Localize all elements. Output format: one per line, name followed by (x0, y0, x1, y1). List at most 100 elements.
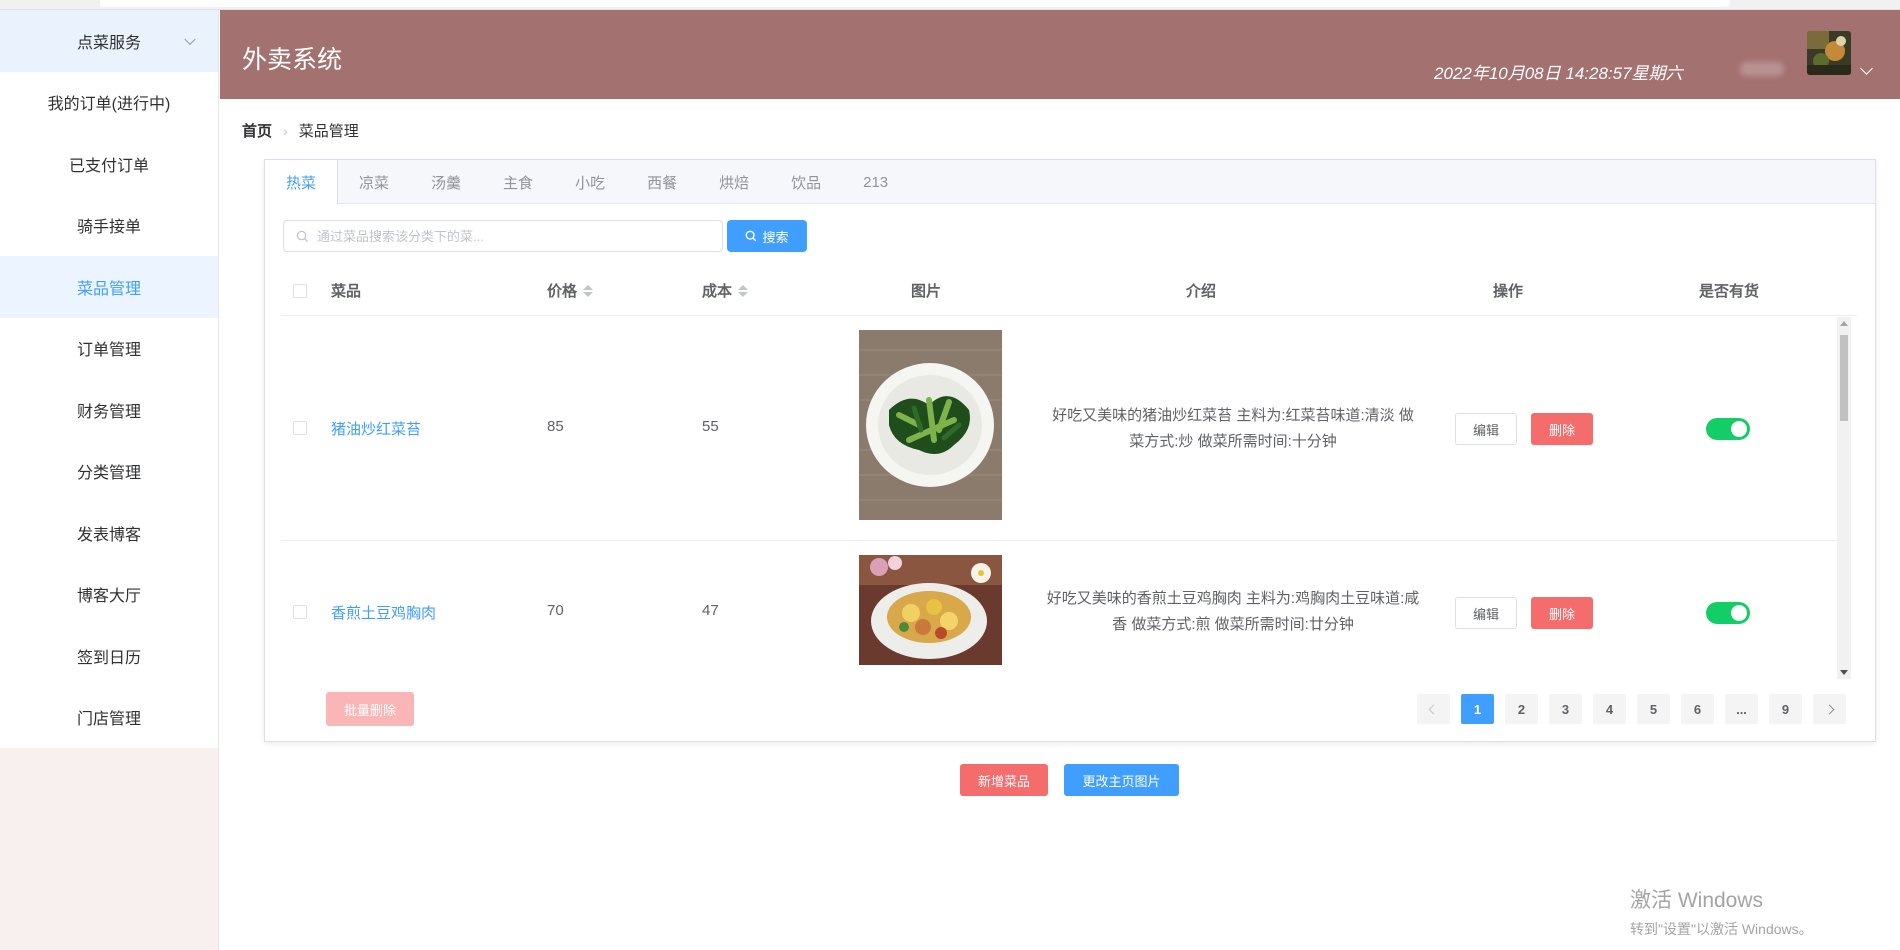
page-button[interactable]: 9 (1769, 694, 1802, 724)
chevron-left-icon (1428, 704, 1439, 714)
category-tabs: 热菜 凉菜 汤羹 主食 小吃 西餐 烘焙 饮品 213 (265, 160, 1875, 205)
row-checkbox-wrap (293, 421, 307, 435)
dish-name-link[interactable]: 香煎土豆鸡胸肉 (331, 602, 436, 623)
bottom-actions: 新增菜品 更改主页图片 (960, 764, 1179, 796)
app-title: 外卖系统 (242, 46, 343, 74)
dish-cost: 47 (702, 602, 719, 619)
browser-top-strip (0, 0, 1900, 10)
page-button[interactable]: 3 (1549, 694, 1582, 724)
edit-button-label[interactable]: 编辑 (1455, 413, 1517, 445)
edit-button-label[interactable]: 编辑 (1455, 597, 1517, 629)
chevron-right-icon (1824, 704, 1835, 714)
row-checkbox[interactable] (293, 421, 307, 435)
sidebar-item-label: 分类管理 (76, 465, 141, 483)
column-action: 操作 (1493, 283, 1524, 300)
page-button[interactable]: 6 (1681, 694, 1714, 724)
edit-button[interactable]: 编辑 (1455, 413, 1517, 445)
tab-snack[interactable]: 小吃 (554, 160, 626, 204)
avatar[interactable] (1807, 31, 1851, 75)
datetime: 2022年10月08日 14:28:57星期六 (1434, 64, 1683, 83)
search-icon (296, 230, 309, 242)
header: 外卖系统 2022年10月08日 14:28:57星期六 (220, 10, 1900, 99)
change-cover-button[interactable]: 更改主页图片 (1064, 764, 1179, 796)
delete-button[interactable]: 删除 (1531, 597, 1593, 629)
scroll-down-icon[interactable] (1840, 670, 1848, 675)
batch-delete-button[interactable]: 批量删除 (326, 692, 414, 726)
sidebar-item-blog-hall[interactable]: 博客大厅 (0, 564, 218, 626)
sidebar-item-label: 已支付订单 (68, 157, 149, 175)
page-button[interactable]: 5 (1637, 694, 1670, 724)
tab-cold-dishes[interactable]: 凉菜 (338, 160, 410, 204)
sidebar-item-order-service[interactable]: 点菜服务 (0, 10, 218, 72)
column-price[interactable]: 价格 (547, 280, 594, 301)
breadcrumb: 首页 › 菜品管理 (242, 120, 359, 141)
sidebar-item-post-blog[interactable]: 发表博客 (0, 502, 218, 564)
tab-western[interactable]: 西餐 (626, 160, 698, 204)
dish-name[interactable]: 香煎土豆鸡胸肉 (331, 602, 436, 623)
sidebar-item-label: 财务管理 (76, 403, 141, 421)
more-pages-button[interactable]: ... (1725, 694, 1758, 724)
dish-image (859, 555, 1002, 665)
add-dish-button[interactable]: 新增菜品 (960, 764, 1048, 796)
sidebar-item-order-management[interactable]: 订单管理 (0, 318, 218, 380)
column-cost[interactable]: 成本 (702, 280, 749, 301)
dish-name-link[interactable]: 猪油炒红菜苔 (331, 418, 421, 439)
page-button[interactable]: 1 (1461, 694, 1494, 724)
sidebar: 点菜服务 我的订单(进行中) 已支付订单 骑手接单 菜品管理 订单管理 财务管理… (0, 10, 219, 950)
select-all-checkbox[interactable] (293, 283, 307, 298)
sidebar-item-label: 门店管理 (76, 711, 141, 729)
sidebar-item-paid-orders[interactable]: 已支付订单 (0, 133, 218, 195)
sidebar-item-store-management[interactable]: 门店管理 (0, 687, 218, 749)
scrollbar-thumb[interactable] (1840, 335, 1848, 421)
sidebar-item-my-orders[interactable]: 我的订单(进行中) (0, 72, 218, 134)
dish-name[interactable]: 猪油炒红菜苔 (331, 418, 421, 439)
tab-drinks[interactable]: 饮品 (770, 160, 842, 204)
table-scrollbar[interactable] (1837, 317, 1851, 679)
delete-button[interactable]: 删除 (1531, 413, 1593, 445)
sidebar-item-category[interactable]: 分类管理 (0, 441, 218, 503)
search-box (283, 220, 723, 252)
table-header: 菜品 价格 成本 图片 介绍 操作 是否有货 (281, 266, 1857, 316)
sidebar-item-check-in-calendar[interactable]: 签到日历 (0, 625, 218, 687)
sort-icon[interactable] (583, 284, 594, 297)
search-input[interactable] (317, 228, 697, 244)
sidebar-menu: 点菜服务 我的订单(进行中) 已支付订单 骑手接单 菜品管理 订单管理 财务管理… (0, 10, 218, 748)
table-row: 猪油炒红菜苔 85 55 好吃又美味的猪油炒红菜苔 主料为:红菜苔味道:清淡 做… (281, 317, 1841, 541)
stock-switch-wrap (1706, 418, 1750, 440)
sort-icon[interactable] (738, 284, 749, 297)
page-button[interactable]: 4 (1593, 694, 1626, 724)
row-checkbox[interactable] (293, 605, 307, 619)
chevron-down-icon (184, 33, 196, 45)
column-stock: 是否有货 (1699, 283, 1760, 300)
sidebar-item-label: 点菜服务 (76, 34, 141, 52)
tab-bakery[interactable]: 烘焙 (698, 160, 770, 204)
row-checkbox-wrap (293, 605, 307, 619)
edit-button[interactable]: 编辑 (1455, 597, 1517, 629)
delete-button-label[interactable]: 删除 (1531, 597, 1593, 629)
next-page-button[interactable] (1813, 694, 1846, 724)
sidebar-item-dish-management[interactable]: 菜品管理 (0, 256, 218, 318)
prev-page-button[interactable] (1417, 694, 1450, 724)
tab-soup[interactable]: 汤羹 (410, 160, 482, 204)
search-button[interactable]: 搜索 (727, 220, 807, 252)
tab-hot-dishes[interactable]: 热菜 (265, 160, 339, 205)
scroll-up-icon[interactable] (1840, 321, 1848, 326)
watermark-subtitle: 转到"设置"以激活 Windows。 (1630, 921, 1813, 937)
delete-button-label[interactable]: 删除 (1531, 413, 1593, 445)
username-blurred (1740, 62, 1784, 76)
stock-switch[interactable] (1706, 418, 1750, 440)
column-cost-label: 成本 (702, 283, 733, 300)
stock-switch[interactable] (1706, 602, 1750, 624)
tab-213[interactable]: 213 (842, 160, 909, 204)
sidebar-item-finance[interactable]: 财务管理 (0, 379, 218, 441)
table-row: 香煎土豆鸡胸肉 70 47 好吃又美味的香煎土豆鸡胸肉 主料为:鸡胸肉土豆味道:… (281, 542, 1841, 679)
dish-intro-text: 好吃又美味的香煎土豆鸡胸肉 主料为:鸡胸肉土豆味道:咸香 做菜方式:煎 做菜所需… (1046, 590, 1420, 633)
column-price-label: 价格 (547, 283, 578, 300)
page-button[interactable]: 2 (1505, 694, 1538, 724)
chevron-down-icon[interactable] (1860, 62, 1873, 75)
sidebar-item-label: 博客大厅 (76, 588, 141, 606)
tab-staple[interactable]: 主食 (482, 160, 554, 204)
column-image: 图片 (911, 283, 942, 300)
sidebar-item-rider-orders[interactable]: 骑手接单 (0, 195, 218, 257)
breadcrumb-home[interactable]: 首页 (242, 120, 272, 141)
